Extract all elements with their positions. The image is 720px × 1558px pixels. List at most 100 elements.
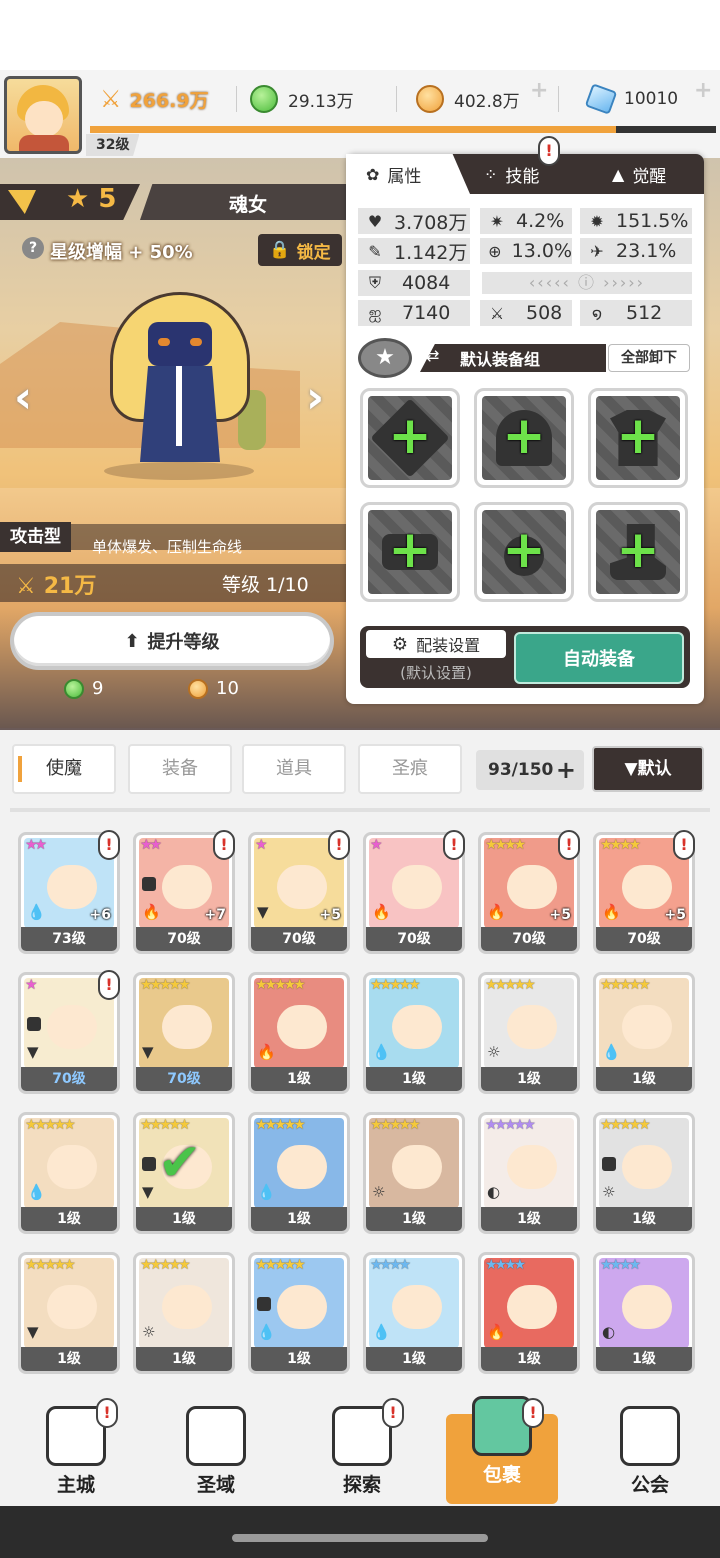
familiar-face <box>507 865 557 909</box>
previous-hero-arrow[interactable]: ‹ <box>14 372 32 423</box>
familiar-level: 1级 <box>481 1067 577 1091</box>
familiar-card[interactable]: ★★★★★ ▼ ✔ 1级 <box>133 1112 235 1234</box>
tab-awaken[interactable]: ▲ 觉醒 <box>612 154 702 194</box>
familiar-plus: +5 <box>319 907 341 923</box>
element-icon: ◐ <box>602 1323 616 1341</box>
familiar-face <box>507 1005 557 1049</box>
diamond-icon <box>584 83 618 115</box>
upgrade-level-button[interactable]: ⬆ 提升等级 <box>10 612 334 670</box>
familiar-card[interactable]: ★★★★ ◐ 1级 <box>593 1252 695 1374</box>
familiar-face <box>622 1285 672 1329</box>
stat-def: ⛨ 4084 <box>358 270 470 296</box>
lock-label: 锁定 <box>296 242 331 263</box>
equip-slot-armor[interactable]: + <box>588 388 688 488</box>
system-nav-bar <box>0 1506 720 1558</box>
familiar-stars: ★ <box>370 837 382 853</box>
lock-icon: 🔒 <box>269 240 291 260</box>
up-arrow-icon: ⬆ <box>124 630 140 652</box>
alert-icon: ! <box>558 830 580 860</box>
familiar-stars: ★★★★★ <box>600 1117 651 1133</box>
familiar-stars: ★★★★ <box>600 1257 641 1273</box>
tab-attributes[interactable]: ✿ 属性 <box>346 154 470 194</box>
add-gem-icon[interactable]: + <box>694 78 712 103</box>
green-coin-icon <box>64 678 84 699</box>
player-avatar[interactable] <box>4 76 82 154</box>
familiar-level: 70级 <box>21 1067 117 1091</box>
green-coin-value: 29.13万 <box>288 91 354 112</box>
tab-stigmata[interactable]: 圣痕 <box>358 744 462 794</box>
hero-eye <box>190 338 202 346</box>
next-hero-arrow[interactable]: › <box>306 372 324 423</box>
familiar-card[interactable]: ★★★★★ 💧 1级 <box>363 972 465 1094</box>
nav-item[interactable]: 包裹 <box>446 1396 558 1504</box>
familiar-plus: +5 <box>549 907 571 923</box>
divider <box>558 86 559 112</box>
familiar-card[interactable]: ★★★★★ ◐ 1级 <box>478 1112 580 1234</box>
equip-slot-belt[interactable]: + <box>360 502 460 602</box>
sort-default-button[interactable]: ▼默认 <box>592 746 704 792</box>
equip-slot-boots[interactable]: + <box>588 502 688 602</box>
familiar-card[interactable]: ★★★★ 💧 1级 <box>363 1252 465 1374</box>
familiar-card[interactable]: ★★★★★ 💧 1级 <box>18 1112 120 1234</box>
unequip-all-button[interactable]: 全部卸下 <box>608 344 690 372</box>
tab-items[interactable]: 道具 <box>242 744 346 794</box>
tab-familiars[interactable]: 使魔 <box>12 744 116 794</box>
element-icon: ☼ <box>602 1183 616 1201</box>
familiar-face <box>392 1005 442 1049</box>
familiar-level: 1级 <box>366 1207 462 1231</box>
hero-robe-trim <box>176 366 182 446</box>
familiar-face <box>162 865 212 909</box>
familiar-level: 1级 <box>136 1207 232 1231</box>
vortex-icon <box>186 1406 246 1466</box>
hero-star-rating: ★ 5 <box>66 184 117 214</box>
tab-equipment[interactable]: 装备 <box>128 744 232 794</box>
wing-icon: ✈ <box>590 241 604 261</box>
alert-icon: ! <box>96 1398 118 1428</box>
sword-icon: ✎ <box>368 241 382 261</box>
familiar-card[interactable]: ★★★★★ ☼ 1级 <box>133 1252 235 1374</box>
familiar-card[interactable]: ★★★★★ ▼ 70级 <box>133 972 235 1094</box>
gold-coin-icon <box>188 678 208 699</box>
stat-crit-value: 4.2% <box>516 210 565 232</box>
equip-slot-weapon[interactable]: + <box>360 388 460 488</box>
equip-slot-necklace[interactable]: + <box>474 502 574 602</box>
stat-crit-dmg: ✹ 151.5% <box>580 208 692 234</box>
familiar-level: 1级 <box>481 1347 577 1371</box>
familiar-card[interactable]: ★★★★★ ☼ 1级 <box>478 972 580 1094</box>
familiar-card[interactable]: ★★★★★ ☼ 1级 <box>593 1112 695 1234</box>
loadout-config-button[interactable]: ⚙ 配装设置 <box>366 630 506 658</box>
familiar-stars: ★★★★★ <box>255 977 306 993</box>
familiar-card[interactable]: ★★★★★ 💧 1级 <box>248 1252 350 1374</box>
swap-icon: ⇄ <box>426 346 440 365</box>
nav-item[interactable]: 圣域 <box>160 1394 272 1504</box>
lock-button[interactable]: 🔒 锁定 <box>258 234 342 266</box>
element-icon: 💧 <box>372 1323 391 1341</box>
gear-icon: ⚙ <box>391 633 409 655</box>
home-indicator[interactable] <box>232 1534 488 1542</box>
gem-resource[interactable]: 10010 <box>584 82 678 116</box>
stat-speed-value: 23.1% <box>616 240 677 262</box>
familiar-card[interactable]: ★★★★★ ▼ 1级 <box>18 1252 120 1374</box>
guild-icon <box>620 1406 680 1466</box>
familiar-card[interactable]: ★★★★★ 💧 1级 <box>248 1112 350 1234</box>
hero-shadow <box>104 462 254 480</box>
familiar-card[interactable]: ★★★★★ 🔥 1级 <box>248 972 350 1094</box>
nav-label: 公会 <box>630 1474 669 1496</box>
add-gold-icon[interactable]: + <box>530 78 548 103</box>
stat-special-value: 512 <box>626 302 663 324</box>
familiar-card[interactable]: ★★★★★ ☼ 1级 <box>363 1112 465 1234</box>
help-icon[interactable]: ? <box>22 237 44 259</box>
nav-item[interactable]: 公会 <box>594 1394 706 1504</box>
familiar-card[interactable]: ★★★★ 🔥 1级 <box>478 1252 580 1374</box>
slot-background: + <box>482 510 566 594</box>
nav-label: 包裹 <box>482 1464 521 1486</box>
equip-slot-helmet[interactable]: + <box>474 388 574 488</box>
familiar-face <box>392 865 442 909</box>
stat-resist-value: 508 <box>526 302 563 324</box>
auto-equip-button[interactable]: 自动装备 <box>514 632 684 684</box>
bag-capacity[interactable]: 93/150 + <box>476 750 584 790</box>
familiar-card[interactable]: ★★★★★ 💧 1级 <box>593 972 695 1094</box>
green-coin-resource[interactable]: 29.13万 <box>250 82 354 116</box>
plus-icon: + <box>502 520 546 580</box>
gold-coin-resource[interactable]: 402.8万 <box>416 82 520 116</box>
